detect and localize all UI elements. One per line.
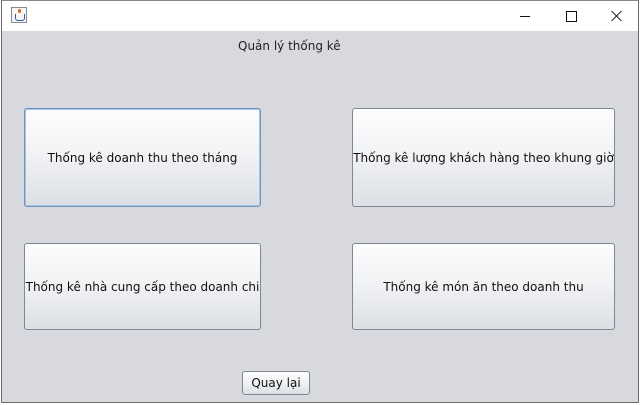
app-window: Quản lý thống kê Thống kê doanh thu theo… <box>1 0 639 403</box>
back-button[interactable]: Quay lại <box>242 371 310 395</box>
customers-by-timeslot-button[interactable]: Thống kê lượng khách hàng theo khung giờ <box>352 108 615 207</box>
java-cup-shape <box>15 14 25 21</box>
close-icon <box>611 10 623 22</box>
page-title: Quản lý thống kê <box>238 39 341 53</box>
maximize-button[interactable] <box>548 1 594 31</box>
close-button[interactable] <box>594 1 640 31</box>
java-app-icon[interactable] <box>11 7 27 23</box>
revenue-by-month-button[interactable]: Thống kê doanh thu theo tháng <box>24 108 261 207</box>
minimize-icon <box>520 15 530 17</box>
title-bar[interactable] <box>2 1 638 31</box>
java-steam-shape <box>18 9 21 13</box>
minimize-button[interactable] <box>502 1 548 31</box>
suppliers-by-expense-button[interactable]: Thống kê nhà cung cấp theo doanh chi <box>24 243 261 330</box>
maximize-icon <box>565 10 577 22</box>
dishes-by-revenue-button[interactable]: Thống kê món ăn theo doanh thu <box>352 243 615 330</box>
